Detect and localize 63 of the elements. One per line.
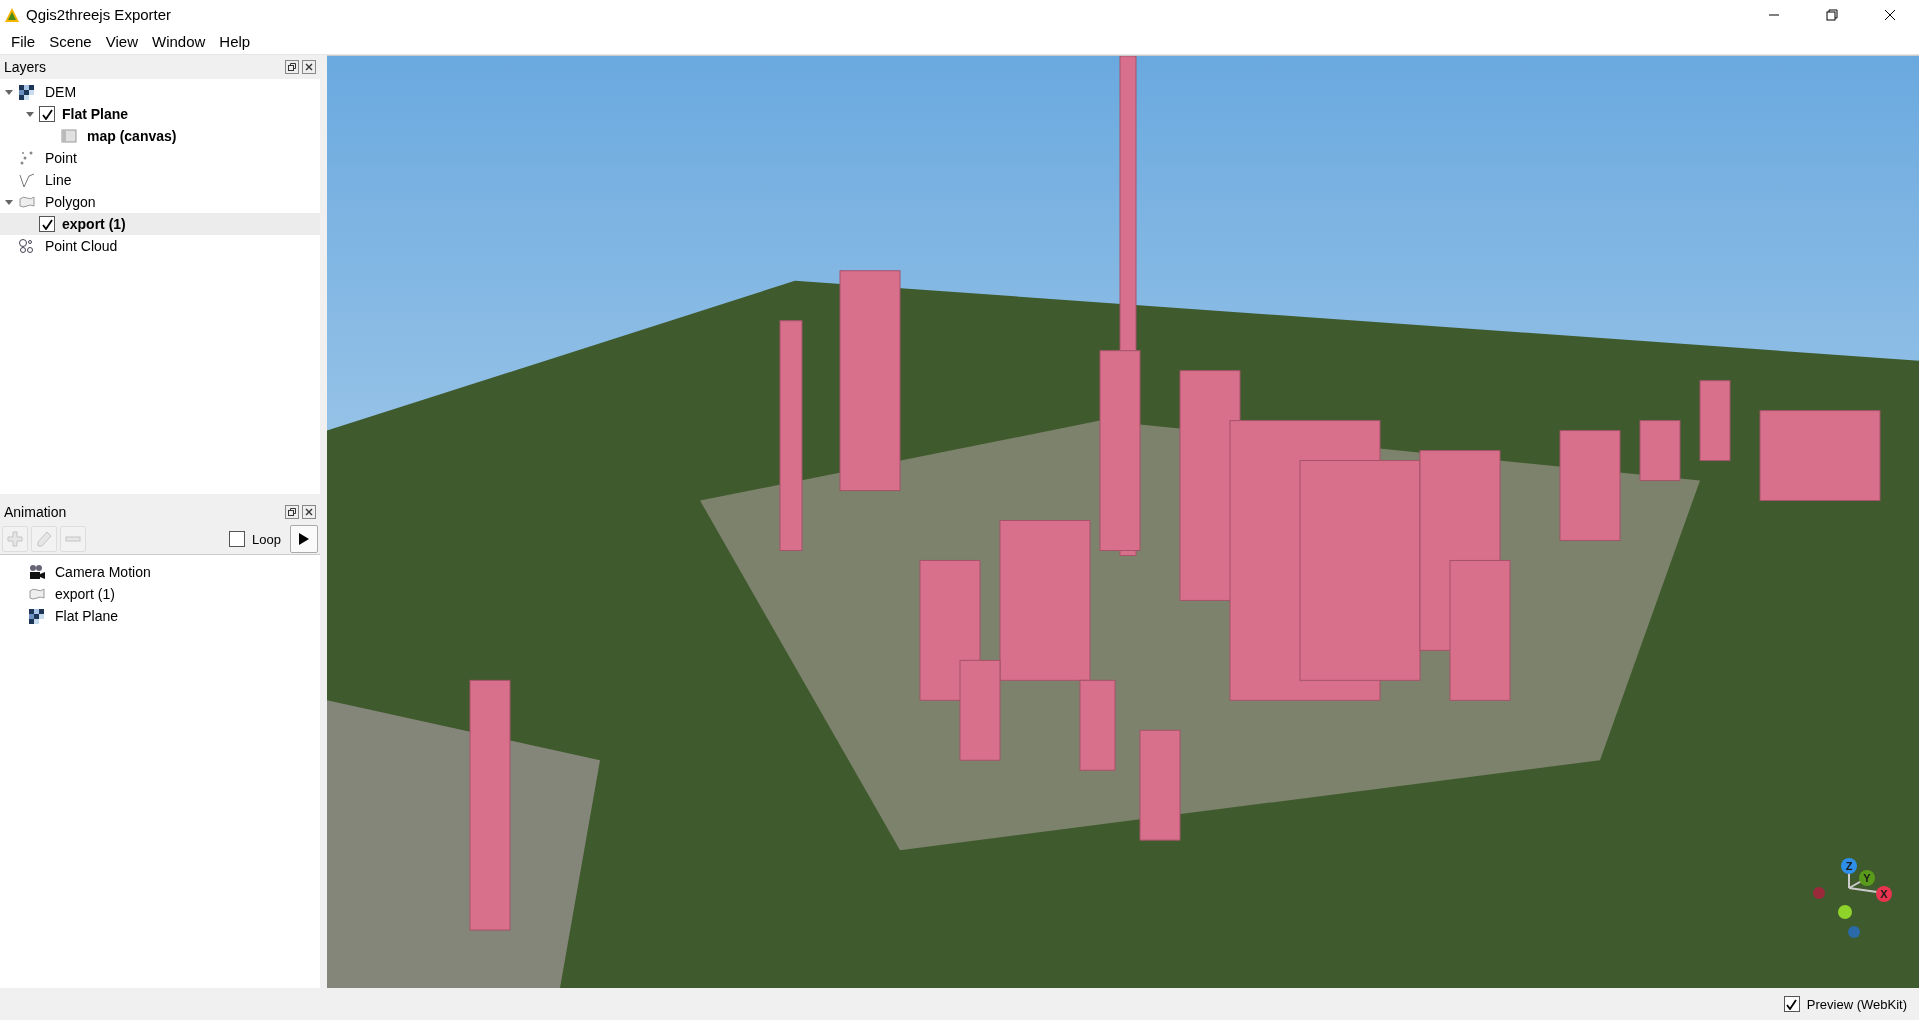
animation-item[interactable]: Flat Plane (28, 605, 320, 627)
layer-name: map (canvas) (87, 128, 177, 144)
window-title: Qgis2threejs Exporter (26, 6, 173, 23)
play-button[interactable] (290, 525, 318, 553)
animation-item-label: export (1) (55, 586, 115, 602)
preview-label: Preview (WebKit) (1806, 996, 1907, 1012)
expand-arrow-icon[interactable] (4, 197, 14, 207)
layer-name: Point Cloud (45, 238, 118, 254)
restore-icon (1826, 8, 1838, 21)
float-panel-button[interactable] (285, 60, 299, 74)
layer-checkbox[interactable] (39, 216, 55, 232)
layer-tree-item[interactable]: Point (0, 147, 320, 169)
material-swatch-icon (60, 128, 78, 144)
layer-name: export (1) (62, 216, 126, 232)
loop-checkbox[interactable] (229, 531, 246, 547)
layer-tree-item[interactable]: Flat Plane (0, 103, 320, 125)
play-icon (298, 532, 310, 546)
preview-checkbox[interactable] (1783, 996, 1800, 1012)
axis-label-marker[interactable]: Z (1841, 858, 1857, 874)
app-logo-icon (4, 6, 20, 23)
layer-tree-item[interactable]: DEM (0, 81, 320, 103)
layer-tree-item[interactable]: Point Cloud (0, 235, 320, 257)
menu-item[interactable]: File (4, 31, 43, 52)
polyline-icon (18, 172, 36, 188)
animation-item-label: Camera Motion (55, 564, 151, 580)
animation-item-label: Flat Plane (55, 608, 119, 624)
menu-item[interactable]: Scene (42, 31, 99, 52)
point-cloud-icon (18, 238, 36, 254)
3d-scene-drawing[interactable] (327, 56, 1919, 988)
polygon-shape-icon (28, 586, 46, 602)
layer-name: Line (45, 172, 72, 188)
axis-label-marker[interactable]: X (1876, 886, 1892, 902)
layer-name: Polygon (45, 194, 96, 210)
close-panel-button[interactable] (302, 505, 316, 519)
layer-name: DEM (45, 84, 77, 100)
layer-tree-item[interactable]: export (1) (0, 213, 320, 235)
minus-icon (65, 536, 81, 542)
pencil-icon (36, 531, 52, 547)
raster-grid-icon (18, 84, 36, 100)
animation-item[interactable]: Camera Motion (28, 561, 320, 583)
panel-title: Animation (4, 504, 68, 520)
menu-item[interactable]: Help (212, 31, 258, 52)
axis-label-marker[interactable]: Y (1859, 870, 1875, 886)
layer-name: Flat Plane (62, 106, 129, 122)
raster-grid-icon (28, 608, 46, 624)
layer-checkbox[interactable] (39, 106, 55, 122)
close-icon (1884, 8, 1896, 21)
float-panel-button[interactable] (285, 505, 299, 519)
close-panel-button[interactable] (302, 60, 316, 74)
menu-item[interactable]: View (98, 31, 145, 52)
polygon-shape-icon (18, 194, 36, 210)
video-camera-icon (28, 564, 46, 580)
layer-name: Point (45, 150, 77, 166)
menu-item[interactable]: Window (144, 31, 213, 52)
loop-label: Loop (252, 531, 281, 547)
plus-icon (7, 531, 23, 547)
layer-tree-item[interactable]: Polygon (0, 191, 320, 213)
layer-tree-item[interactable]: map (canvas) (0, 125, 320, 147)
panel-title: Layers (4, 59, 48, 75)
expand-arrow-icon[interactable] (4, 87, 14, 97)
expand-arrow-icon[interactable] (25, 109, 35, 119)
layer-tree-item[interactable]: Line (0, 169, 320, 191)
animation-item[interactable]: export (1) (28, 583, 320, 605)
